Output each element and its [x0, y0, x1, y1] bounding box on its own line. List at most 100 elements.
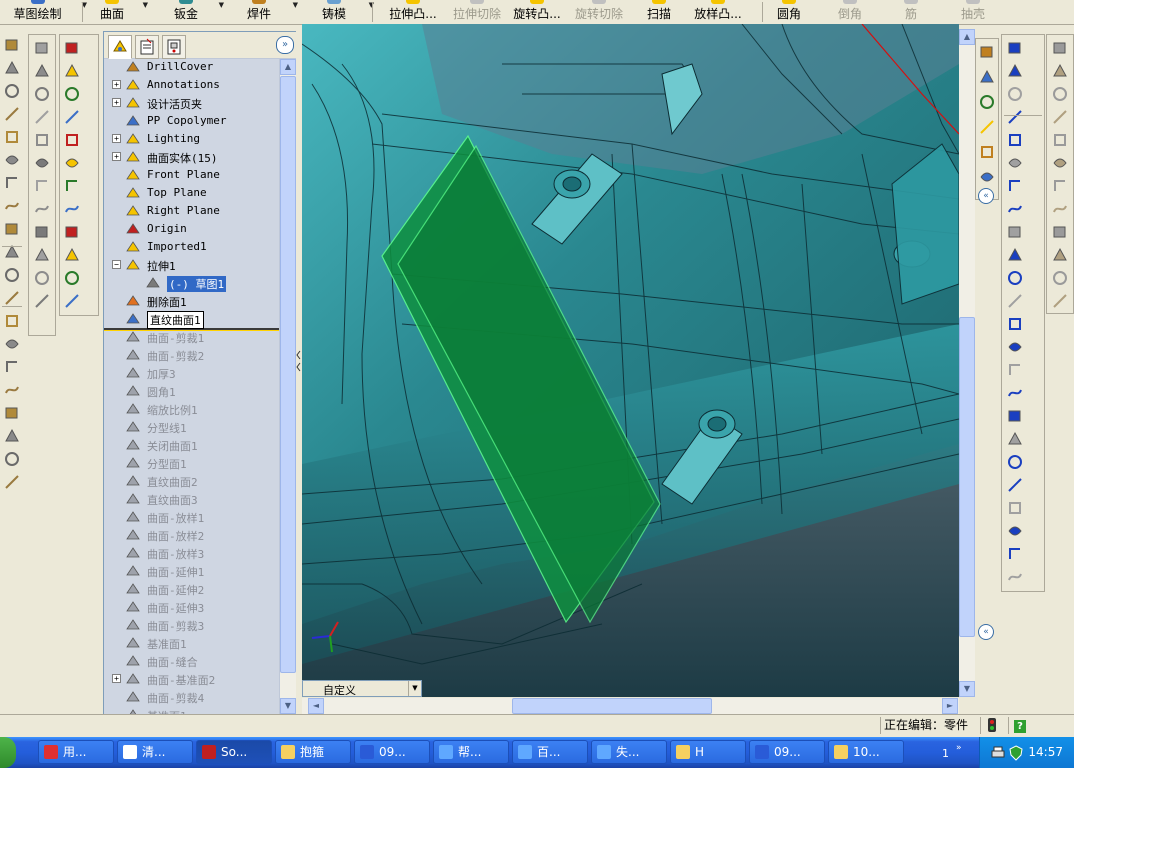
toolbar-button-9[interactable]: 扫描 [640, 0, 678, 24]
spline-icon[interactable] [1006, 361, 1024, 379]
revolve-icon[interactable] [33, 223, 51, 241]
mirror-icon[interactable] [1006, 453, 1024, 471]
view-orientation-select[interactable]: 自定义 ▼ [302, 680, 422, 697]
hidden-lines-icon[interactable] [3, 174, 21, 192]
tree-node[interactable]: + 曲面-基准面2 [104, 670, 279, 688]
arc-icon[interactable] [1006, 108, 1024, 126]
point-icon[interactable] [1006, 384, 1024, 402]
feature-tool-icon[interactable] [33, 39, 51, 57]
sketch-tool-icon[interactable] [63, 269, 81, 287]
spline-icon[interactable] [1006, 131, 1024, 149]
tree-node[interactable]: 加厚3 [104, 364, 279, 382]
sketch-tool-icon[interactable] [63, 154, 81, 172]
section-view-icon[interactable] [3, 105, 21, 123]
reference-geometry-icon[interactable] [63, 85, 81, 103]
rectangle-icon[interactable] [1006, 522, 1024, 540]
view-tool-icon[interactable] [3, 450, 21, 468]
point-icon[interactable] [1006, 154, 1024, 172]
tree-node[interactable]: 曲面-延伸3 [104, 598, 279, 616]
tooling-split-icon[interactable] [1051, 200, 1069, 218]
draft-icon[interactable] [1051, 246, 1069, 264]
trim-icon[interactable] [1006, 430, 1024, 448]
tree-node[interactable]: 曲面-剪裁3 [104, 616, 279, 634]
rotate-icon[interactable] [3, 266, 21, 284]
taskbar-task[interactable]: H [670, 740, 746, 764]
toolbar-button-10[interactable]: 放样凸... [688, 0, 748, 24]
toolbar-button-4[interactable]: 铸模▼ [306, 0, 374, 24]
tree-node[interactable]: 缩放比例1 [104, 400, 279, 418]
rebuild-status-icon[interactable] [980, 717, 1005, 734]
tree-node[interactable]: 分型线1 [104, 418, 279, 436]
shaded-icon[interactable] [3, 128, 21, 146]
rotate-icon[interactable] [3, 473, 21, 491]
toolbar-button-11[interactable]: 圆角 [772, 0, 806, 24]
offset-icon[interactable] [1006, 476, 1024, 494]
scroll-right-icon[interactable]: ► [942, 698, 958, 714]
tab-property-manager[interactable] [135, 35, 159, 59]
scroll-left-icon[interactable]: ◄ [308, 698, 324, 714]
circle-icon[interactable] [1006, 85, 1024, 103]
tree-node[interactable]: 曲面-缝合 [104, 652, 279, 670]
smart-dimension-icon[interactable] [63, 62, 81, 80]
circle-icon[interactable] [1006, 315, 1024, 333]
toolbar-button-14[interactable]: 抽壳 [954, 0, 992, 24]
taskbar-task[interactable]: 帮... [433, 740, 509, 764]
parting-line-icon[interactable] [1051, 269, 1069, 287]
rectangle-icon[interactable] [1006, 62, 1024, 80]
tree-node[interactable]: 直纹曲面2 [104, 472, 279, 490]
rectangle-icon[interactable] [1006, 292, 1024, 310]
scroll-down-icon[interactable]: ▼ [959, 681, 975, 697]
extrude-icon[interactable] [33, 200, 51, 218]
taskbar-task[interactable]: 清... [117, 740, 193, 764]
tree-node[interactable]: 曲面-放样3 [104, 544, 279, 562]
tooling-split-icon[interactable] [1051, 292, 1069, 310]
library-icon[interactable] [978, 68, 996, 86]
draft-icon[interactable] [1051, 62, 1069, 80]
pan-icon[interactable] [3, 289, 21, 307]
extrude-icon[interactable] [33, 62, 51, 80]
scroll-thumb[interactable] [280, 76, 296, 673]
tree-node[interactable]: DrillCover [104, 59, 279, 76]
loft-icon[interactable] [33, 246, 51, 264]
viewport-vertical-scrollbar[interactable]: ▲ ▼ [959, 29, 975, 697]
toolbar-button-3[interactable]: 焊件 ▼ [232, 0, 298, 24]
tree-node[interactable]: 曲面-放样1 [104, 508, 279, 526]
shell-icon[interactable] [33, 292, 51, 310]
tree-node[interactable]: Right Plane [104, 202, 279, 220]
smart-dimension-icon[interactable] [63, 177, 81, 195]
toolbar-button-13[interactable]: 筋 [894, 0, 928, 24]
taskbar-task[interactable]: 10... [828, 740, 904, 764]
mold-tool-icon[interactable] [63, 131, 81, 149]
tooling-split-icon[interactable] [1051, 108, 1069, 126]
scroll-up-icon[interactable]: ▲ [959, 29, 975, 45]
shield-icon[interactable] [1008, 745, 1024, 761]
tree-node[interactable]: Front Plane [104, 166, 279, 184]
zoom-icon[interactable] [3, 197, 21, 215]
chevron-down-icon[interactable]: ▼ [143, 1, 148, 9]
taskbar-task[interactable]: 抱箍 [275, 740, 351, 764]
toolbar-button-2[interactable]: 钣金 ▼ [160, 0, 224, 24]
tree-node[interactable]: + Annotations [104, 76, 279, 94]
tree-node[interactable]: + 设计活页夹 [104, 94, 279, 112]
revolve-icon[interactable] [33, 85, 51, 103]
tree-node[interactable]: 直纹曲面1 [104, 310, 279, 329]
expand-icon[interactable]: + [112, 152, 121, 161]
plane-icon[interactable] [3, 427, 21, 445]
tree-node[interactable]: 基准面1 [104, 706, 279, 714]
shaded-icon[interactable] [3, 335, 21, 353]
wireframe-icon[interactable] [3, 358, 21, 376]
scroll-down-icon[interactable]: ▼ [280, 698, 296, 714]
collapse-icon[interactable]: − [112, 260, 121, 269]
collapse-pane-button[interactable]: « [978, 624, 994, 640]
graphics-viewport[interactable] [302, 24, 959, 697]
feature-tree-scrollbar[interactable]: ▲ ▼ [280, 59, 296, 714]
surface-tool-icon[interactable] [63, 108, 81, 126]
expand-icon[interactable]: + [112, 134, 121, 143]
mold-feature-icon[interactable] [1051, 39, 1069, 57]
scroll-up-icon[interactable]: ▲ [280, 59, 296, 75]
line-icon[interactable] [1006, 269, 1024, 287]
tree-node[interactable]: 曲面-剪裁2 [104, 346, 279, 364]
shell-icon[interactable] [33, 154, 51, 172]
line-icon[interactable] [1006, 39, 1024, 57]
tree-node[interactable]: + Lighting [104, 130, 279, 148]
